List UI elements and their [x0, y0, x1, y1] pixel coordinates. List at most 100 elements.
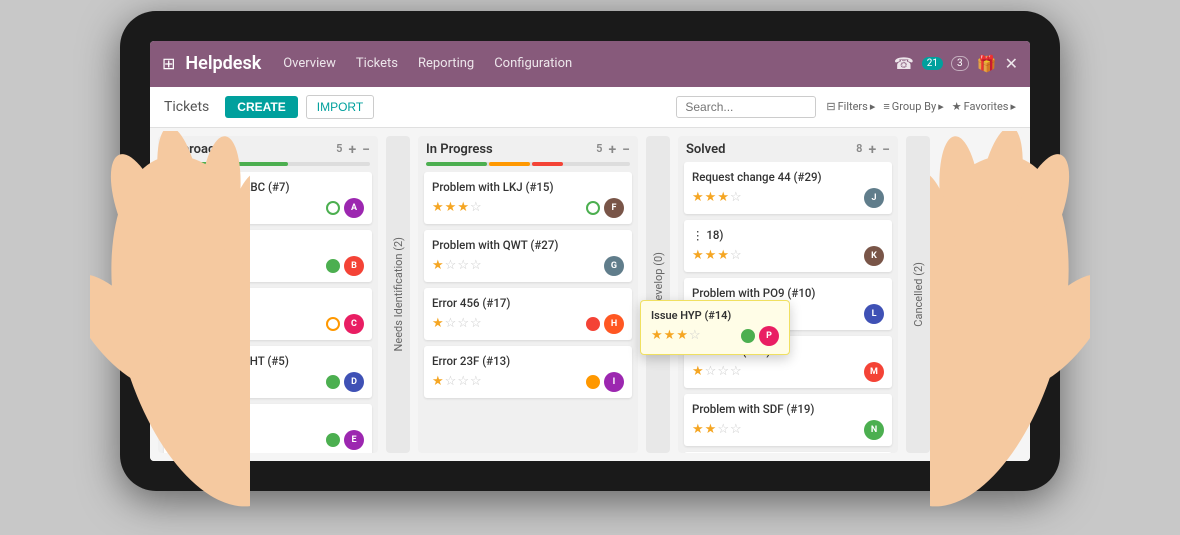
star-icon: ☆	[730, 248, 742, 263]
card-actions: M	[846, 362, 884, 382]
col-header-actions: 5 + −	[596, 142, 630, 158]
star-icon: ☆	[470, 316, 482, 331]
add-icon[interactable]: +	[608, 142, 616, 158]
collapsed-col-cancelled[interactable]: Cancelled (2)	[906, 136, 930, 453]
star-icon: ★	[432, 316, 444, 331]
star-icon: ☆	[470, 258, 482, 273]
avatar: P	[759, 326, 779, 346]
collapse-icon[interactable]: −	[882, 142, 890, 158]
star-icon: ★	[705, 422, 717, 437]
kanban-card[interactable]: Problem with LKJ (#15) ★★★☆ F	[424, 172, 632, 224]
kanban-card[interactable]: Error 23F (#13) ★☆☆☆ I	[424, 346, 632, 398]
card-actions: E	[326, 430, 364, 450]
card-footer: ★★★☆ F	[432, 198, 624, 218]
progress-segment	[489, 162, 530, 166]
card-actions: I	[586, 372, 624, 392]
star-icon: ★	[692, 248, 704, 263]
kanban-card[interactable]: Problem with QWT (#27) ★☆☆☆ G	[424, 230, 632, 282]
star-icon: ☆	[717, 364, 729, 379]
groupby-button[interactable]: ≡ Group By ▸	[883, 100, 943, 113]
search-input[interactable]	[676, 96, 816, 118]
kanban-card[interactable]: Problem with ABC (#30) ★☆☆☆ O	[684, 452, 892, 453]
star-icon: ★	[676, 328, 688, 343]
star-icon: ☆	[445, 316, 457, 331]
star-icon: ☆	[445, 258, 457, 273]
col-header-actions: 5 + −	[336, 142, 370, 158]
kanban-card[interactable]: Error 456 (#17) ★☆☆☆ H	[424, 288, 632, 340]
star-icon: ★	[664, 328, 676, 343]
star-icon: ★	[717, 248, 729, 263]
floating-card[interactable]: Issue HYP (#14) ★★★☆ P	[640, 300, 790, 355]
avatar: L	[864, 304, 884, 324]
message-badge[interactable]: 3	[951, 56, 969, 71]
filters-label: Filters	[838, 100, 868, 113]
card-title: Problem with SDF (#19)	[692, 402, 884, 416]
card-actions: F	[586, 198, 624, 218]
page-title: Tickets	[164, 99, 209, 115]
groupby-icon: ≡	[883, 100, 889, 113]
tablet-screen: ⊞ Helpdesk Overview Tickets Reporting Co…	[150, 41, 1030, 461]
kanban-card[interactable]: Problem with SDF (#19) ★★☆☆ N	[684, 394, 892, 446]
status-dot	[586, 317, 600, 331]
import-button[interactable]: IMPORT	[306, 95, 374, 119]
stars: ★★★☆	[432, 200, 482, 215]
avatar: I	[604, 372, 624, 392]
stars: ★★★☆	[692, 248, 742, 263]
menu-item-tickets[interactable]: Tickets	[354, 52, 400, 75]
favorites-button[interactable]: ★ Favorites ▸	[952, 100, 1016, 113]
avatar: C	[344, 314, 364, 334]
star-icon: ☆	[445, 374, 457, 389]
star-icon: ★	[432, 258, 444, 273]
card-footer: ★☆☆☆ I	[432, 372, 624, 392]
card-footer: ★☆☆☆ G	[432, 256, 624, 276]
card-actions: P	[741, 326, 779, 346]
card-actions: G	[586, 256, 624, 276]
gift-icon[interactable]: 🎁	[977, 54, 997, 73]
col-header-actions: 8 + −	[856, 142, 890, 158]
status-dot	[326, 317, 340, 331]
stars: ★★☆☆	[692, 422, 742, 437]
tablet-frame: ⊞ Helpdesk Overview Tickets Reporting Co…	[120, 11, 1060, 491]
card-footer: ★★★☆ J	[692, 188, 884, 208]
collapse-icon[interactable]: −	[362, 142, 370, 158]
add-icon[interactable]: +	[348, 142, 356, 158]
collapsed-col-needs-identification[interactable]: Needs Identification (2)	[386, 136, 410, 453]
navbar: ⊞ Helpdesk Overview Tickets Reporting Co…	[150, 41, 1030, 87]
card-title: Error 23F (#13)	[432, 354, 624, 368]
collapse-icon[interactable]: −	[622, 142, 630, 158]
star-icon: ★	[692, 364, 704, 379]
star-icon: ☆	[730, 364, 742, 379]
star-icon: ☆	[457, 258, 469, 273]
card-actions: B	[326, 256, 364, 276]
menu-item-overview[interactable]: Overview	[281, 52, 338, 75]
filter-icon: ⊟	[826, 100, 835, 113]
collapsed-col-need-develop[interactable]: Need Develop (0)	[646, 136, 670, 453]
add-icon[interactable]: +	[868, 142, 876, 158]
create-button[interactable]: CREATE	[225, 96, 297, 118]
avatar: A	[344, 198, 364, 218]
col-header: In Progress 5 + −	[418, 136, 638, 162]
content: Tickets CREATE IMPORT ⊟ Filters ▸ ≡	[150, 87, 1030, 461]
star-icon: ★	[692, 422, 704, 437]
kanban-card[interactable]: Request change 44 (#29) ★★★☆ J	[684, 162, 892, 214]
close-icon[interactable]: ✕	[1005, 54, 1018, 73]
avatar: N	[864, 420, 884, 440]
phone-icon[interactable]: ☎	[894, 54, 914, 73]
filters-button[interactable]: ⊟ Filters ▸	[826, 100, 875, 113]
avatar: E	[344, 430, 364, 450]
card-footer: ★★★☆ K	[692, 246, 884, 266]
col-header: Solved 8 + −	[678, 136, 898, 162]
kanban-cards: Problem with LKJ (#15) ★★★☆ F Problem wi…	[418, 172, 638, 453]
stars: ★☆☆☆	[692, 364, 742, 379]
card-title: Problem with QWT (#27)	[432, 238, 624, 252]
kanban-card[interactable]: ⋮ 18) ★★★☆ K	[684, 220, 892, 272]
toolbar-right: ⊟ Filters ▸ ≡ Group By ▸ ★ Favorites	[676, 96, 1016, 118]
menu-item-reporting[interactable]: Reporting	[416, 52, 476, 75]
refresh-badge[interactable]: 21	[922, 57, 943, 70]
star-icon: ★	[445, 200, 457, 215]
card-footer: ★★☆☆ N	[692, 420, 884, 440]
status-dot	[586, 375, 600, 389]
status-dot	[741, 329, 755, 343]
grid-icon[interactable]: ⊞	[162, 54, 175, 73]
menu-item-configuration[interactable]: Configuration	[492, 52, 574, 75]
